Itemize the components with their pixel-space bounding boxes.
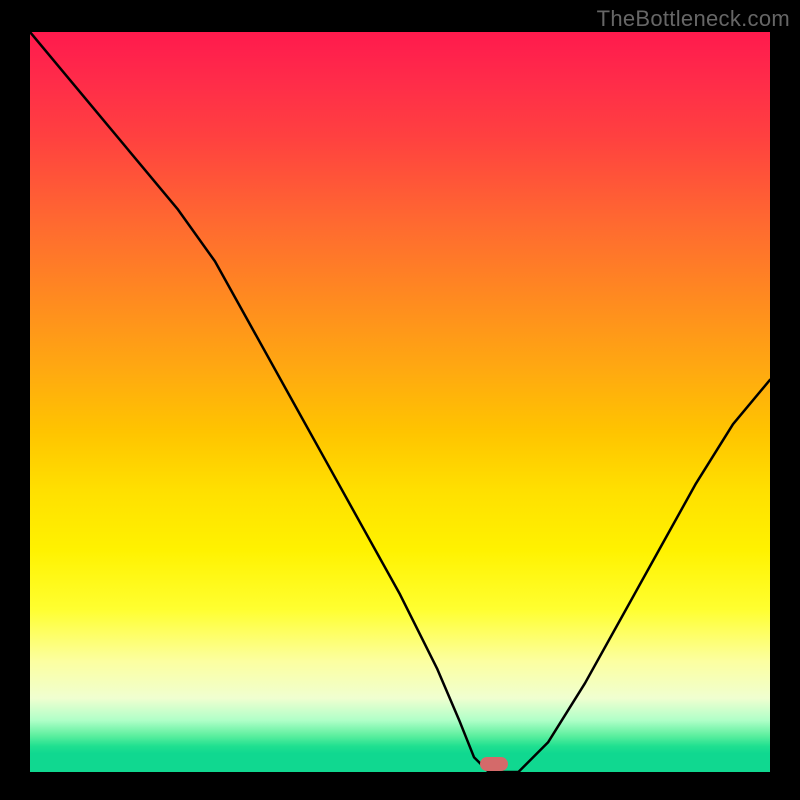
plot-area xyxy=(30,32,770,772)
min-marker xyxy=(480,757,508,771)
bottleneck-curve xyxy=(30,32,770,772)
curve-path xyxy=(30,32,770,772)
chart-frame: TheBottleneck.com xyxy=(0,0,800,800)
attribution-text: TheBottleneck.com xyxy=(597,6,790,32)
